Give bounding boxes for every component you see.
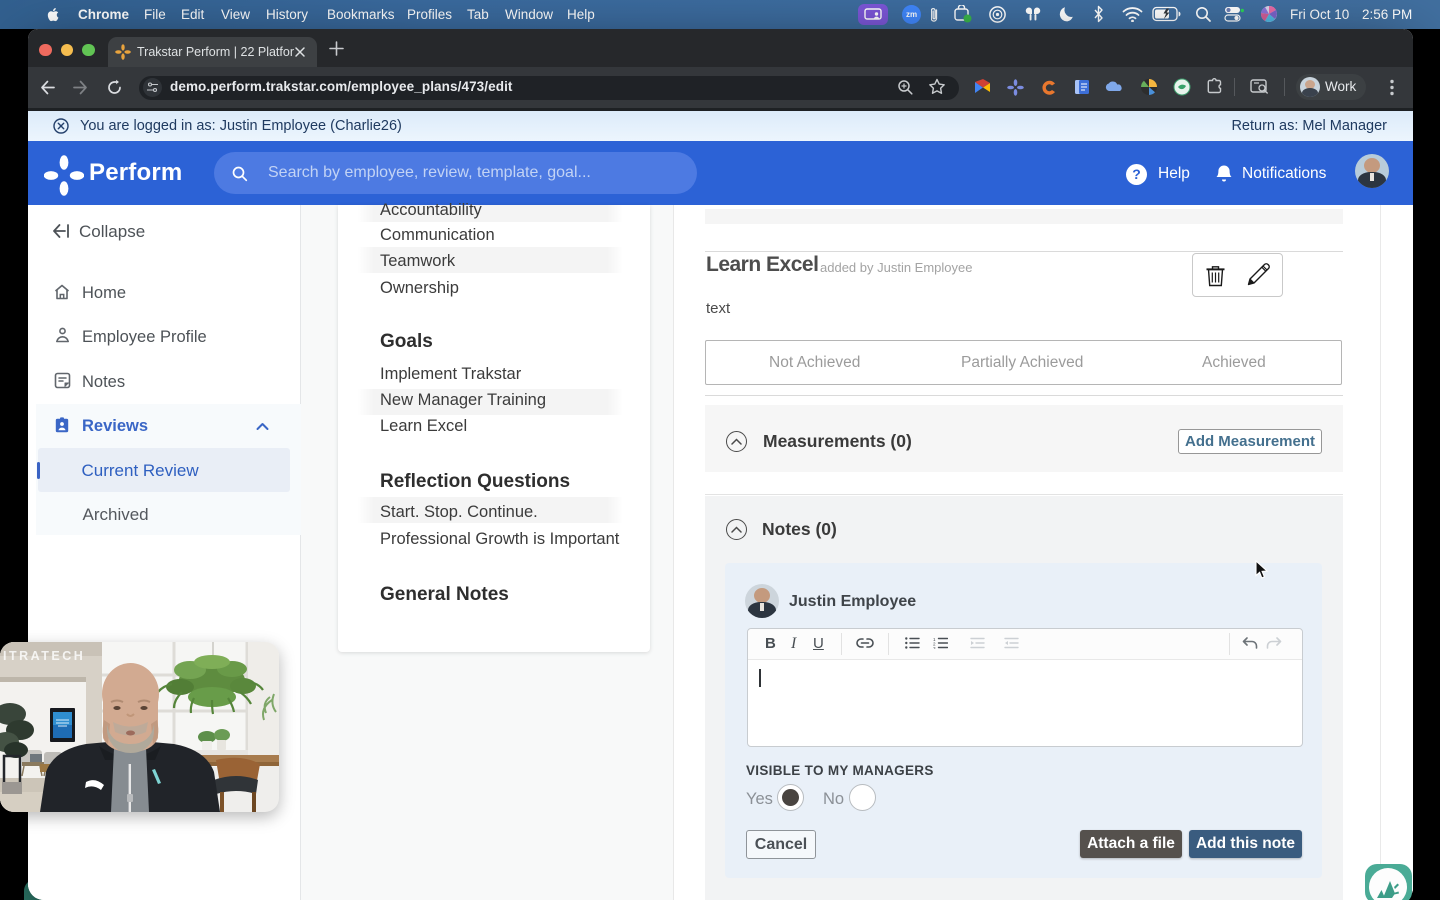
svg-text:3: 3: [933, 646, 936, 649]
